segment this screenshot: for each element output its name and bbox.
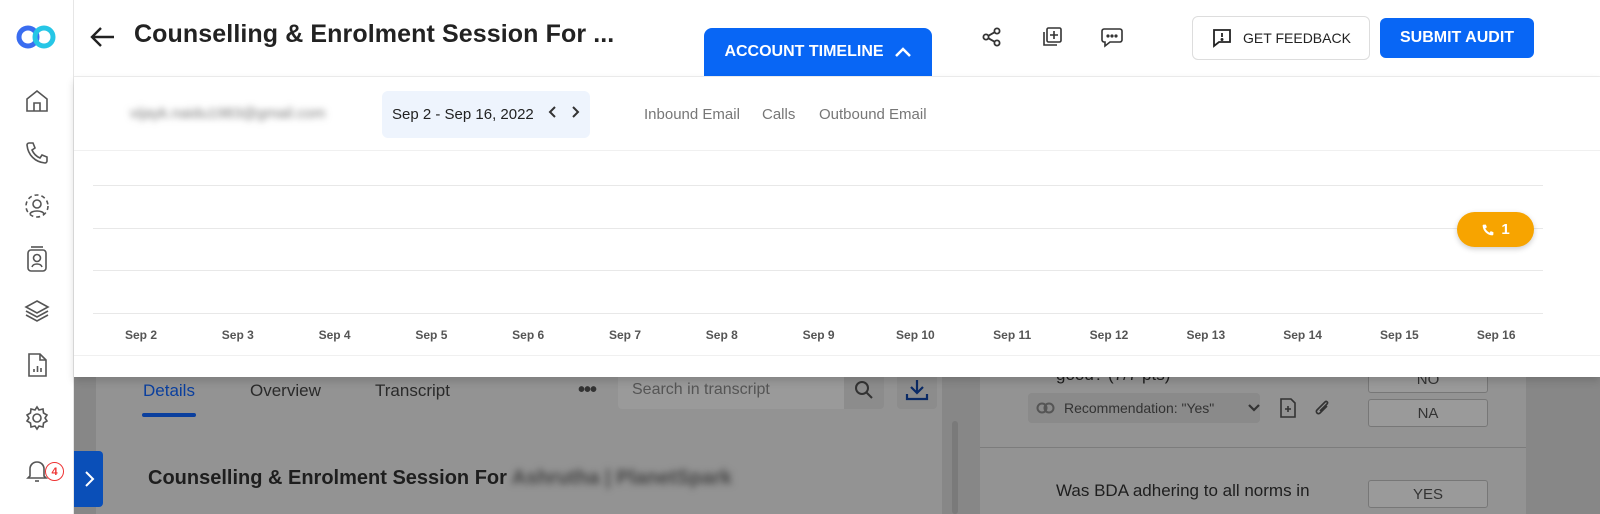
section-title-blurred: Ashrutha | PlanetSpark [511, 467, 732, 489]
top-bar: Counselling & Enrolment Session For ... … [74, 0, 1600, 77]
comments-icon[interactable] [1097, 22, 1127, 52]
recommendation-text: Recommendation: "Yes" [1064, 400, 1215, 416]
team-icon[interactable] [22, 191, 52, 221]
chart-bottom-border [74, 355, 1600, 356]
call-event-marker[interactable]: 1 [1457, 212, 1534, 247]
phone-icon[interactable] [22, 138, 52, 168]
x-tick-label: Sep 7 [608, 328, 642, 342]
divider [980, 447, 1526, 448]
x-tick-label: Sep 9 [802, 328, 835, 342]
section-title: Counselling & Enrolment Session For Ashr… [148, 467, 732, 490]
contact-card-icon[interactable] [22, 244, 52, 274]
x-tick-label: Sep 11 [993, 328, 1032, 342]
get-feedback-label: GET FEEDBACK [1243, 30, 1351, 46]
settings-icon[interactable] [22, 403, 52, 433]
tab-transcript[interactable]: Transcript [375, 381, 450, 401]
page-title: Counselling & Enrolment Session For ... [134, 20, 615, 48]
x-tick-label: Sep 15 [1380, 328, 1419, 342]
x-tick-label: Sep 3 [221, 328, 254, 342]
prev-range-icon[interactable] [548, 105, 558, 124]
x-tick-label: Sep 6 [512, 328, 545, 342]
timeline-chart: Sep 2 Sep 3 Sep 4 Sep 5 Sep 6 Sep 7 Sep 8 Sep 9… [74, 150, 1600, 377]
audit-card: good? (7/7 pts) Recommendation: "Yes" NO… [980, 365, 1526, 514]
sidebar: 4 [0, 0, 74, 514]
x-tick-label: Sep 13 [1186, 328, 1226, 342]
gridline [93, 228, 1543, 229]
section-title-text: Counselling & Enrolment Session For [148, 467, 507, 489]
app-logo[interactable] [16, 24, 58, 50]
x-axis-line [93, 313, 1543, 314]
attachment-icon[interactable] [1310, 393, 1334, 423]
x-tick-label: Sep 2 [124, 328, 158, 342]
phone-icon [1482, 224, 1494, 235]
tab-overview[interactable]: Overview [250, 381, 321, 401]
notification-badge: 4 [45, 462, 64, 481]
back-arrow-icon[interactable] [88, 22, 118, 52]
chevron-up-icon [894, 47, 911, 57]
more-options-icon[interactable]: ••• [578, 379, 597, 402]
share-icon[interactable] [977, 22, 1007, 52]
copy-add-icon[interactable] [1037, 22, 1067, 52]
tab-details[interactable]: Details [143, 381, 195, 401]
report-icon[interactable] [22, 350, 52, 380]
x-tick-label: Sep 12 [1089, 328, 1129, 342]
legend-outbound-email[interactable]: Outbound Email [819, 106, 927, 123]
get-feedback-button[interactable]: GET FEEDBACK [1192, 16, 1370, 60]
x-tick-label: Sep 4 [318, 328, 351, 342]
recommendation-chip[interactable]: Recommendation: "Yes" [1028, 393, 1260, 423]
next-range-icon[interactable] [570, 105, 580, 124]
home-icon[interactable] [22, 86, 52, 116]
date-range-picker[interactable]: Sep 2 - Sep 16, 2022 [382, 91, 590, 138]
expand-panel-button[interactable] [74, 451, 103, 507]
date-range-label: Sep 2 - Sep 16, 2022 [392, 106, 534, 123]
account-email: vijayk.naidu1983@gmail.com [130, 105, 326, 122]
account-timeline-label: ACCOUNT TIMELINE [724, 43, 884, 60]
gridline [93, 185, 1543, 186]
details-card: Details Overview Transcript ••• Search i… [96, 371, 958, 514]
gridline [93, 270, 1543, 271]
x-tick-label: Sep 16 [1476, 328, 1516, 342]
x-tick-label: Sep 5 [415, 328, 448, 342]
option-yes[interactable]: YES [1368, 480, 1488, 508]
chevron-down-icon[interactable] [1242, 393, 1266, 423]
question-text-2: Was BDA adhering to all norms in [1056, 481, 1310, 500]
feedback-icon [1213, 29, 1231, 48]
x-tick-label: Sep 10 [896, 328, 935, 342]
account-timeline-panel: vijayk.naidu1983@gmail.com Sep 2 - Sep 1… [74, 77, 1600, 377]
search-placeholder: Search in transcript [632, 381, 770, 398]
option-na[interactable]: NA [1368, 399, 1488, 427]
active-tab-indicator [142, 413, 196, 417]
x-tick-label: Sep 14 [1283, 328, 1322, 342]
legend-calls[interactable]: Calls [762, 106, 795, 123]
account-timeline-button[interactable]: ACCOUNT TIMELINE [704, 28, 932, 76]
submit-audit-button[interactable]: SUBMIT AUDIT [1380, 18, 1534, 58]
dimmed-content: Details Overview Transcript ••• Search i… [74, 365, 1600, 514]
layers-icon[interactable] [22, 296, 52, 326]
recommend-logo-icon [1036, 402, 1055, 414]
call-count: 1 [1501, 221, 1510, 238]
scrollbar[interactable] [952, 421, 958, 514]
legend-inbound-email[interactable]: Inbound Email [644, 106, 740, 123]
add-note-icon[interactable] [1276, 393, 1300, 423]
x-tick-label: Sep 8 [705, 328, 738, 342]
chart-top-border [74, 150, 1600, 151]
